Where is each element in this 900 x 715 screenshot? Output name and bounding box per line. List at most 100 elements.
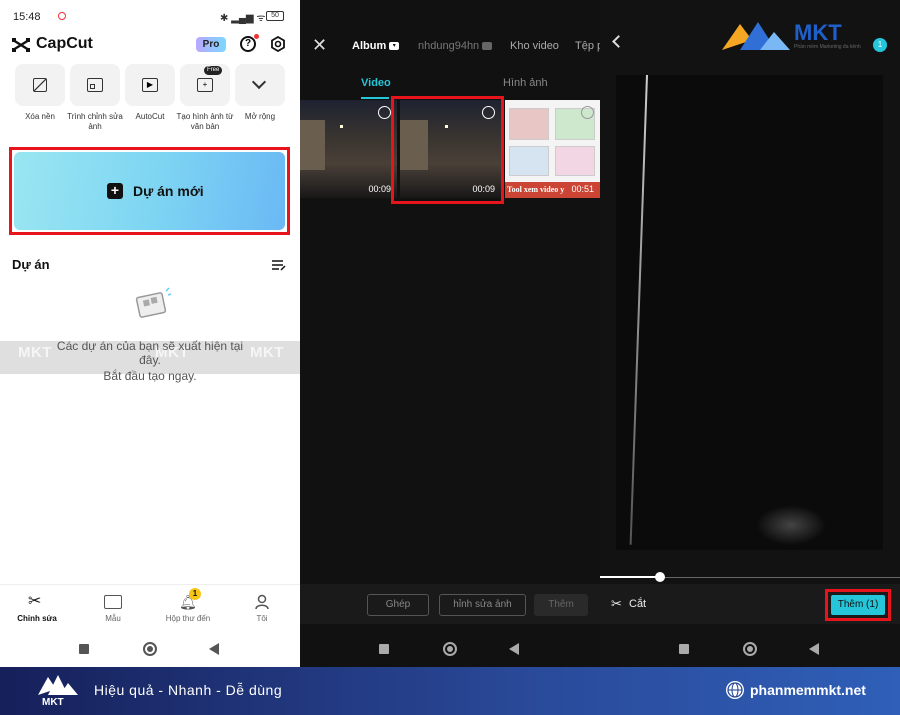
photo-editor-tool[interactable] bbox=[70, 64, 120, 106]
select-circle[interactable] bbox=[581, 106, 594, 119]
text-to-image-tool[interactable]: + Free bbox=[180, 64, 230, 106]
eraser-icon bbox=[33, 78, 47, 92]
progress-knob[interactable] bbox=[655, 572, 665, 582]
selected-video-highlight bbox=[391, 96, 504, 204]
tab-album[interactable]: Album ▾ bbox=[352, 40, 400, 52]
pro-badge[interactable]: Pro bbox=[196, 37, 226, 52]
film-empty-icon bbox=[132, 285, 172, 325]
new-project-button[interactable]: + Dự án mới bbox=[14, 152, 285, 230]
subtab-image[interactable]: Hình ảnh bbox=[503, 77, 548, 89]
video-preview[interactable] bbox=[616, 74, 883, 550]
add-button-highlight: Thêm (1) bbox=[825, 589, 891, 621]
home-icon[interactable] bbox=[143, 642, 157, 656]
back-icon[interactable] bbox=[209, 643, 219, 655]
nav-edit[interactable]: Chỉnh sửa bbox=[7, 614, 67, 623]
autocut-tool[interactable]: ▶ bbox=[125, 64, 175, 106]
alarm-icon bbox=[58, 12, 66, 20]
dropdown-icon: ▾ bbox=[389, 42, 400, 51]
user-icon[interactable] bbox=[255, 594, 269, 610]
empty-state-cta: Bắt đầu tạo ngay. bbox=[103, 369, 197, 383]
light-streak bbox=[629, 74, 648, 545]
chevron-down-icon bbox=[251, 74, 267, 90]
capcut-home-screen: 15:48 ✱ ▂▄▆ ᯤ 50 CapCut Pro ? ▶ + Free Xó… bbox=[0, 0, 300, 667]
expand-tool[interactable] bbox=[235, 64, 285, 106]
progress-track[interactable] bbox=[600, 572, 900, 582]
select-circle[interactable] bbox=[378, 106, 391, 119]
back-icon[interactable] bbox=[809, 643, 819, 655]
tab-album-label: Album bbox=[352, 40, 387, 52]
image-plus-icon: + bbox=[197, 78, 213, 92]
recent-apps-icon[interactable] bbox=[379, 644, 389, 654]
tab-stock-video[interactable]: Kho video bbox=[510, 40, 559, 52]
tab-files[interactable]: Tệp p bbox=[575, 40, 600, 52]
plus-icon: + bbox=[107, 183, 123, 199]
preview-screen: MKT Phần mềm Marketing đa kênh 1 ✂ Cắt T… bbox=[600, 0, 900, 667]
subtab-video[interactable]: Video bbox=[361, 77, 391, 89]
merge-button[interactable]: Ghép bbox=[367, 594, 429, 616]
projects-title: Dự án bbox=[12, 257, 50, 272]
progress-fill bbox=[600, 576, 660, 578]
watermark-logo: MKT bbox=[250, 344, 284, 361]
mkt-logo-icon bbox=[38, 673, 78, 697]
tab-account-label: nhdung94hn bbox=[418, 40, 480, 52]
banner-logo-text: MKT bbox=[42, 697, 64, 708]
video-duration: 00:51 bbox=[571, 184, 594, 194]
watermark-logo: MKT bbox=[18, 344, 52, 361]
cut-label[interactable]: Cắt bbox=[629, 598, 646, 610]
subtab-indicator bbox=[361, 97, 389, 99]
photo-edit-button[interactable]: hỉnh sửa ảnh bbox=[439, 594, 526, 616]
back-arrow-icon[interactable] bbox=[612, 35, 625, 48]
light-dot bbox=[340, 125, 343, 128]
close-icon[interactable]: ✕ bbox=[312, 36, 327, 54]
mkt-logo-icon bbox=[722, 18, 792, 52]
brand-name: MKT bbox=[794, 20, 842, 45]
capcut-logo-icon bbox=[11, 37, 31, 53]
brand-tagline: Phần mềm Marketing đa kênh bbox=[794, 44, 861, 50]
status-time: 15:48 bbox=[13, 11, 41, 23]
inbox-badge: 1 bbox=[189, 588, 201, 600]
media-picker-screen: ✕ Album ▾ nhdung94hn Kho video Tệp p Vid… bbox=[300, 0, 600, 667]
home-icon[interactable] bbox=[743, 642, 757, 656]
nav-me[interactable]: Tôi bbox=[232, 614, 292, 623]
sort-list-icon[interactable] bbox=[272, 258, 286, 271]
tab-account[interactable]: nhdung94hn bbox=[418, 40, 493, 52]
cloud-icon bbox=[482, 42, 493, 51]
preview-tile bbox=[509, 146, 549, 176]
video-duration: 00:09 bbox=[368, 184, 391, 194]
free-badge: Free bbox=[204, 66, 223, 75]
autocut-icon: ▶ bbox=[142, 78, 158, 92]
recent-apps-icon[interactable] bbox=[679, 644, 689, 654]
template-icon[interactable] bbox=[104, 595, 122, 609]
help-icon[interactable]: ? bbox=[240, 36, 256, 52]
add-button-disabled[interactable]: Thêm bbox=[534, 594, 588, 616]
recent-apps-icon[interactable] bbox=[79, 644, 89, 654]
add-selected-button[interactable]: Thêm (1) bbox=[831, 595, 885, 615]
video-thumb[interactable]: 00:09 bbox=[300, 100, 397, 198]
selected-count-badge: 1 bbox=[873, 38, 887, 52]
new-project-label: Dự án mới bbox=[133, 183, 204, 199]
banner-website[interactable]: phanmemmkt.net bbox=[750, 682, 866, 698]
settings-icon[interactable] bbox=[270, 35, 286, 53]
nav-divider bbox=[0, 584, 300, 585]
video-thumb[interactable]: Tool xem video y 00:51 bbox=[505, 100, 600, 198]
remove-bg-tool[interactable] bbox=[15, 64, 65, 106]
battery-icon: 50 bbox=[266, 11, 284, 21]
globe-icon bbox=[726, 681, 744, 699]
empty-state-text: Các dự án của bạn sẽ xuất hiện tại đây. bbox=[56, 339, 244, 367]
nav-templates[interactable]: Mẫu bbox=[83, 614, 143, 623]
scissors-icon[interactable]: ✂ bbox=[28, 593, 46, 611]
scissors-icon[interactable]: ✂ bbox=[611, 596, 622, 612]
status-icons: ✱ ▂▄▆ ᯤ bbox=[220, 13, 266, 24]
notification-dot bbox=[254, 34, 259, 39]
footer-banner: MKT Hiệu quả - Nhanh - Dễ dùng phanmemmk… bbox=[0, 667, 900, 715]
photo-edit-icon bbox=[87, 78, 103, 92]
nav-inbox[interactable]: Hộp thư đến bbox=[158, 614, 218, 623]
preview-tile bbox=[555, 146, 595, 176]
back-icon[interactable] bbox=[509, 643, 519, 655]
home-icon[interactable] bbox=[443, 642, 457, 656]
smoke-blur bbox=[756, 505, 826, 545]
app-name: CapCut bbox=[36, 35, 93, 52]
tool-label: Mở rộng bbox=[244, 112, 276, 121]
new-project-highlight: + Dự án mới bbox=[9, 147, 290, 235]
wall-shape bbox=[300, 120, 325, 170]
